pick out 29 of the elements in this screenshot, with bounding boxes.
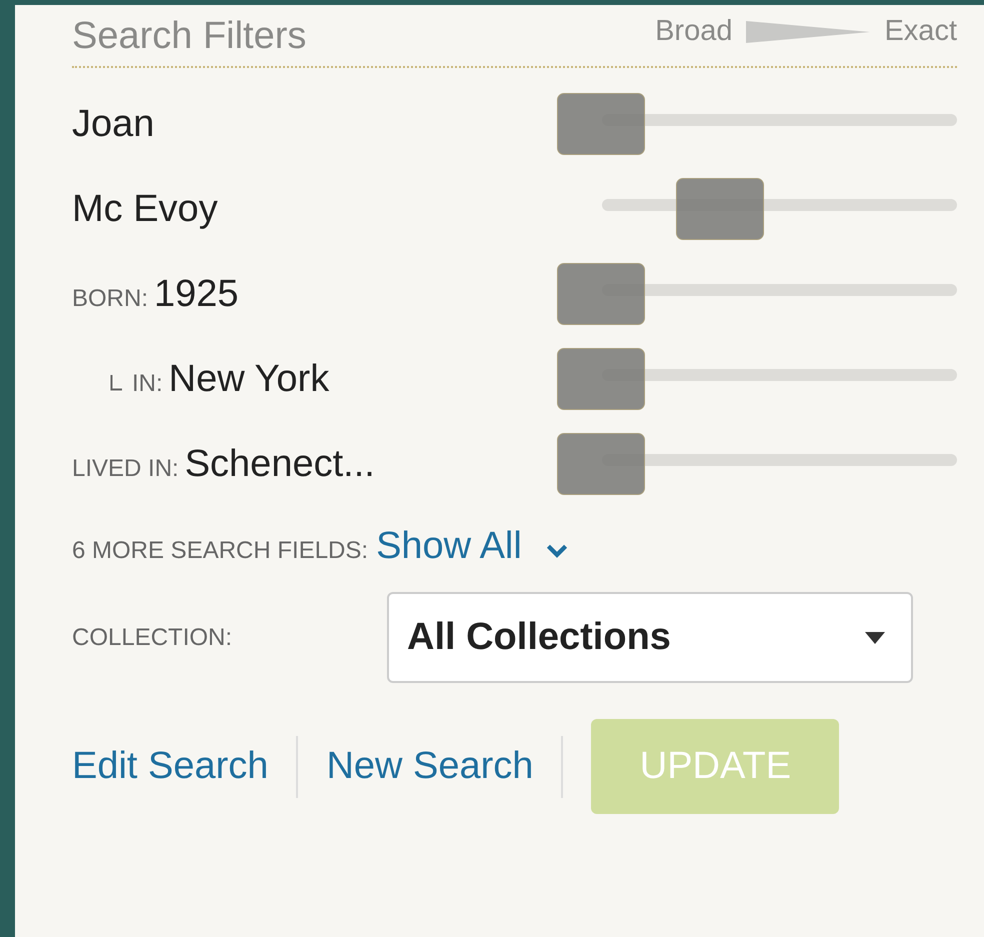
- slider-thumb[interactable]: [557, 432, 645, 494]
- slider[interactable]: [557, 92, 957, 156]
- chevron-icon[interactable]: [546, 543, 568, 558]
- field-value: 1925: [154, 273, 239, 316]
- field-label: LIVED IN:: [72, 455, 179, 483]
- slider-thumb[interactable]: [557, 262, 645, 324]
- slider-thumb[interactable]: [557, 92, 645, 154]
- collection-dropdown[interactable]: All Collections: [387, 592, 913, 683]
- corner-icon: [110, 375, 122, 391]
- action-link[interactable]: Edit Search: [72, 745, 268, 788]
- field-label: BORN:: [72, 285, 148, 313]
- field-value: Mc Evoy: [72, 188, 218, 231]
- slider-thumb[interactable]: [676, 178, 764, 240]
- field-value: Schenect...: [184, 443, 375, 486]
- action-link[interactable]: New Search: [326, 745, 534, 788]
- slider[interactable]: [557, 262, 957, 326]
- field-value: Joan: [72, 103, 154, 146]
- collection-label: COLLECTION:: [72, 624, 234, 652]
- scale-label: Broad: [655, 15, 732, 48]
- slider-thumb[interactable]: [557, 348, 645, 410]
- show-all-link[interactable]: Show All: [376, 525, 522, 568]
- slider[interactable]: [557, 432, 957, 496]
- field-value: New York: [168, 358, 330, 401]
- dropdown-arrow-icon: [865, 632, 885, 644]
- field-label: IN:: [132, 370, 163, 398]
- scale-label: Exact: [884, 15, 957, 48]
- more-fields-label: 6 MORE SEARCH FIELDS:: [72, 537, 368, 565]
- panel-title: Search Filters: [72, 15, 306, 58]
- slider[interactable]: [557, 348, 957, 412]
